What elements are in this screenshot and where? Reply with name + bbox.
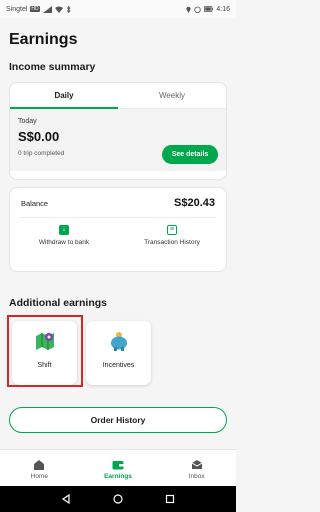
incentives-label: Incentives xyxy=(102,362,135,369)
battery-icon xyxy=(204,6,214,12)
tab-daily[interactable]: Daily xyxy=(10,83,118,109)
incentives-tile[interactable]: Incentives xyxy=(86,321,151,385)
home-circle-icon[interactable] xyxy=(113,494,123,504)
wifi-icon xyxy=(54,6,63,13)
income-summary-card: Daily Weekly Today S$0.00 0 trip complet… xyxy=(9,82,227,180)
today-summary: Today S$0.00 0 trip completed See detail… xyxy=(10,109,226,171)
status-left: Singtel HD xyxy=(6,5,71,13)
selection-highlight xyxy=(7,315,83,387)
status-right: 4:16 xyxy=(186,6,230,13)
balance-card: Balance S$20.43 ↓ Withdraw to bank ≡ Tra… xyxy=(9,187,227,272)
history-icon: ≡ xyxy=(167,225,177,235)
recents-icon[interactable] xyxy=(165,494,175,504)
income-summary-title: Income summary xyxy=(9,61,96,73)
signal-icon xyxy=(42,5,52,13)
hd-badge: HD xyxy=(30,6,40,12)
nav-earnings-label: Earnings xyxy=(104,473,132,480)
bottom-nav: Home Earnings Inbox xyxy=(0,449,236,486)
download-icon: ↓ xyxy=(59,225,69,235)
transaction-history-button[interactable]: ≡ Transaction History xyxy=(137,225,207,247)
nav-home-label: Home xyxy=(30,473,48,480)
alarm-icon xyxy=(194,6,202,13)
location-icon xyxy=(186,6,192,13)
balance-value: S$20.43 xyxy=(174,197,215,209)
back-icon[interactable] xyxy=(61,494,71,504)
system-nav-bar xyxy=(0,486,236,512)
balance-label: Balance xyxy=(21,198,49,208)
status-bar: Singtel HD 4:16 xyxy=(0,0,236,18)
see-details-button[interactable]: See details xyxy=(162,145,218,164)
order-history-button[interactable]: Order History xyxy=(9,407,227,433)
withdraw-label: Withdraw to bank xyxy=(38,239,90,246)
period-tabs: Daily Weekly xyxy=(10,83,226,109)
nav-inbox[interactable]: Inbox xyxy=(157,450,236,486)
nav-earnings[interactable]: Earnings xyxy=(79,450,158,486)
home-icon xyxy=(34,460,45,470)
page-title: Earnings xyxy=(9,31,78,48)
piggy-bank-icon xyxy=(111,332,127,351)
carrier-name: Singtel xyxy=(6,5,28,13)
balance-actions: ↓ Withdraw to bank ≡ Transaction History xyxy=(10,218,226,247)
wallet-icon xyxy=(112,461,124,470)
today-label: Today xyxy=(18,118,37,125)
transaction-history-label: Transaction History xyxy=(144,239,200,246)
nav-inbox-label: Inbox xyxy=(188,473,205,480)
withdraw-to-bank-button[interactable]: ↓ Withdraw to bank xyxy=(29,225,99,247)
status-time: 4:16 xyxy=(216,5,230,13)
today-amount: S$0.00 xyxy=(18,129,60,144)
additional-earnings-title: Additional earnings xyxy=(9,297,108,309)
balance-row: Balance S$20.43 xyxy=(10,188,226,209)
inbox-icon xyxy=(191,460,202,469)
bluetooth-icon xyxy=(66,5,71,13)
nav-home[interactable]: Home xyxy=(0,450,79,486)
tab-weekly[interactable]: Weekly xyxy=(118,83,226,108)
